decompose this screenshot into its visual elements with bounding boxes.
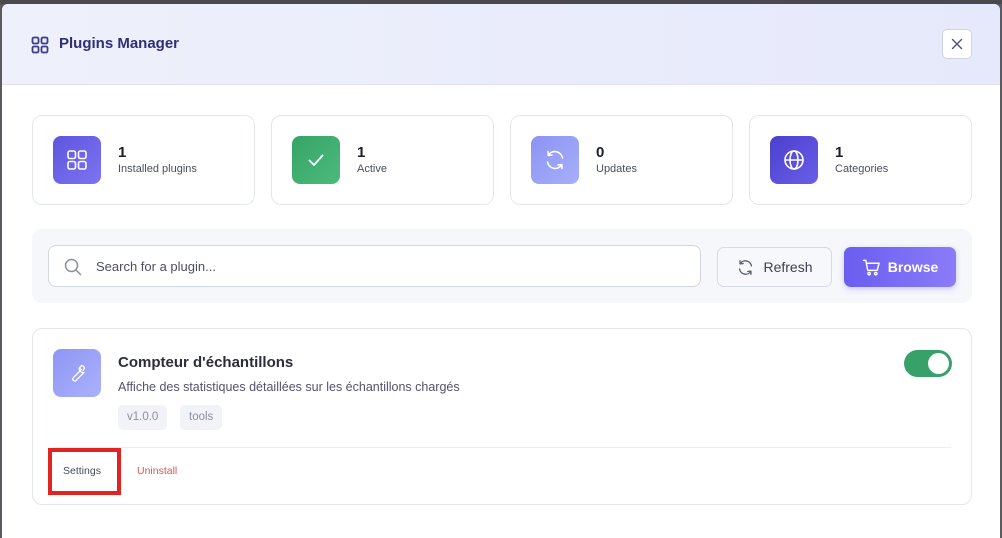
refresh-icon (739, 259, 753, 275)
plugin-card: Compteur d'échantillons Affiche des stat… (32, 328, 972, 505)
stat-label: Categories (835, 163, 889, 175)
plugins-manager-modal: Plugins Manager 1 Installed plugins 1 Ac… (2, 4, 1000, 538)
cart-icon (862, 259, 880, 276)
search-box (48, 245, 701, 287)
refresh-button[interactable]: Refresh (717, 247, 832, 287)
globe-icon (784, 150, 804, 170)
settings-highlight-box (48, 448, 121, 495)
browse-button[interactable]: Browse (844, 247, 956, 287)
stat-icon-updates (531, 136, 579, 184)
plugin-icon (53, 349, 101, 397)
close-icon (951, 38, 963, 50)
stat-label: Installed plugins (118, 163, 197, 175)
refresh-icon (546, 150, 564, 170)
stat-icon-active (292, 136, 340, 184)
stat-label: Updates (596, 163, 637, 175)
stat-value: 1 (835, 144, 844, 161)
plugin-tag-category: tools (180, 405, 223, 430)
toggle-knob (928, 353, 949, 374)
wrench-icon (72, 364, 86, 382)
stat-icon-categories (770, 136, 818, 184)
grid-icon (31, 36, 49, 54)
stat-card-categories: 1 Categories (749, 115, 972, 205)
stat-label: Active (357, 163, 387, 175)
stat-icon-installed (53, 136, 101, 184)
check-icon (308, 154, 324, 166)
browse-label: Browse (887, 259, 939, 275)
plugin-tag-version: v1.0.0 (118, 405, 168, 430)
search-input[interactable] (96, 246, 686, 286)
plugin-toolbar: Refresh Browse (32, 229, 972, 303)
stat-card-installed: 1 Installed plugins (32, 115, 255, 205)
stat-value: 1 (118, 144, 127, 161)
search-icon (64, 258, 82, 276)
plugin-divider (53, 447, 951, 448)
close-button[interactable] (942, 29, 972, 59)
modal-header: Plugins Manager (2, 4, 1000, 85)
stat-card-active: 1 Active (271, 115, 494, 205)
stat-card-updates: 0 Updates (510, 115, 733, 205)
refresh-label: Refresh (763, 259, 813, 275)
grid-icon (67, 150, 87, 170)
uninstall-button[interactable]: Uninstall (137, 465, 177, 477)
plugin-name: Compteur d'échantillons (118, 354, 294, 371)
stat-value: 0 (596, 144, 605, 161)
stat-value: 1 (357, 144, 366, 161)
plugin-description: Affiche des statistiques détaillées sur … (118, 380, 460, 394)
plugin-enabled-toggle[interactable] (904, 350, 952, 377)
modal-title: Plugins Manager (59, 35, 180, 52)
